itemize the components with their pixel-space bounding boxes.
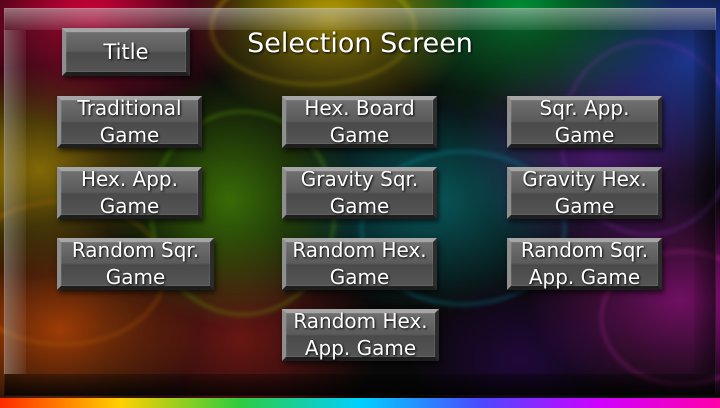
traditional-game-button[interactable]: Traditional Game [57, 96, 202, 148]
screen-title: Selection Screen [247, 28, 473, 59]
hex-board-game-button[interactable]: Hex. Board Game [282, 96, 437, 148]
hex-app-game-button[interactable]: Hex. App. Game [57, 167, 202, 219]
random-hex-app-game-button[interactable]: Random Hex. App. Game [282, 309, 439, 361]
gravity-sqr-game-button[interactable]: Gravity Sqr. Game [282, 167, 437, 219]
panel-bevel-left [4, 30, 26, 374]
selection-screen: Selection Screen Title Traditional Game … [0, 0, 720, 408]
bottom-color-strip [0, 398, 720, 408]
title-button[interactable]: Title [62, 28, 190, 76]
random-sqr-game-button[interactable]: Random Sqr. Game [57, 238, 214, 290]
panel-bevel-bottom [4, 374, 716, 396]
random-hex-game-button[interactable]: Random Hex. Game [282, 238, 437, 290]
gravity-hex-game-button[interactable]: Gravity Hex. Game [507, 167, 662, 219]
panel-bevel-right [694, 30, 716, 374]
random-sqr-app-game-button[interactable]: Random Sqr. App. Game [507, 238, 662, 290]
sqr-app-game-button[interactable]: Sqr. App. Game [507, 96, 662, 148]
